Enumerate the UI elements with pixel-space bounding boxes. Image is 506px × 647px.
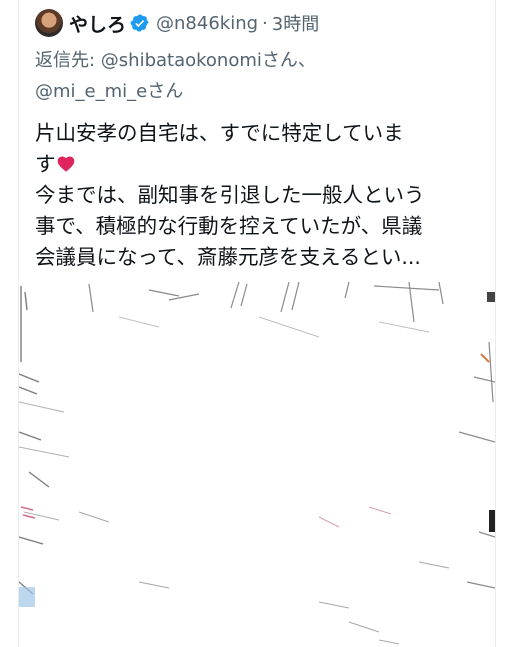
tweet-text-line: 片山安孝の自宅は、すでに特定していま <box>35 121 404 145</box>
reply-mention-1[interactable]: @shibataokonomiさん、 <box>101 50 316 71</box>
tweet-time[interactable]: 3時間 <box>272 10 319 36</box>
reply-prefix: 返信先: <box>35 50 101 71</box>
tweet-text-line: 事で、積極的な行動を控えていたが、県議 <box>35 214 423 238</box>
reply-to-line-1: 返信先: @shibataokonomiさん、 <box>35 46 316 72</box>
tweet-header: やしろ @n846king · 3時間 <box>35 8 319 38</box>
red-heart-emoji-icon <box>57 156 74 172</box>
reply-to-line-2: @mi_e_mi_eさん <box>35 77 183 103</box>
tweet-text-fragment: す <box>35 152 56 176</box>
user-handle[interactable]: @n846king <box>156 13 258 34</box>
tweet-text-line: 会議員になって、斎藤元彦を支えるとい... <box>35 245 421 269</box>
screenshot-page: やしろ @n846king · 3時間 返信先: @shibataokonomi… <box>0 0 506 647</box>
tweet-body: 片山安孝の自宅は、すでに特定していま す 今までは、副知事を引退した一般人という… <box>35 118 485 273</box>
verified-badge-icon <box>130 14 149 32</box>
redacted-map-image[interactable] <box>19 282 495 647</box>
tweet-text-line: 今までは、副知事を引退した一般人という <box>35 183 425 207</box>
tweet-card[interactable]: やしろ @n846king · 3時間 返信先: @shibataokonomi… <box>18 0 496 647</box>
map-image-graphic <box>19 282 495 647</box>
separator-dot: · <box>262 12 268 34</box>
avatar[interactable] <box>35 9 63 37</box>
reply-mention-2[interactable]: @mi_e_mi_eさん <box>35 81 183 102</box>
tweet-text-line-with-emoji: す <box>35 149 485 180</box>
display-name[interactable]: やしろ <box>69 10 126 37</box>
